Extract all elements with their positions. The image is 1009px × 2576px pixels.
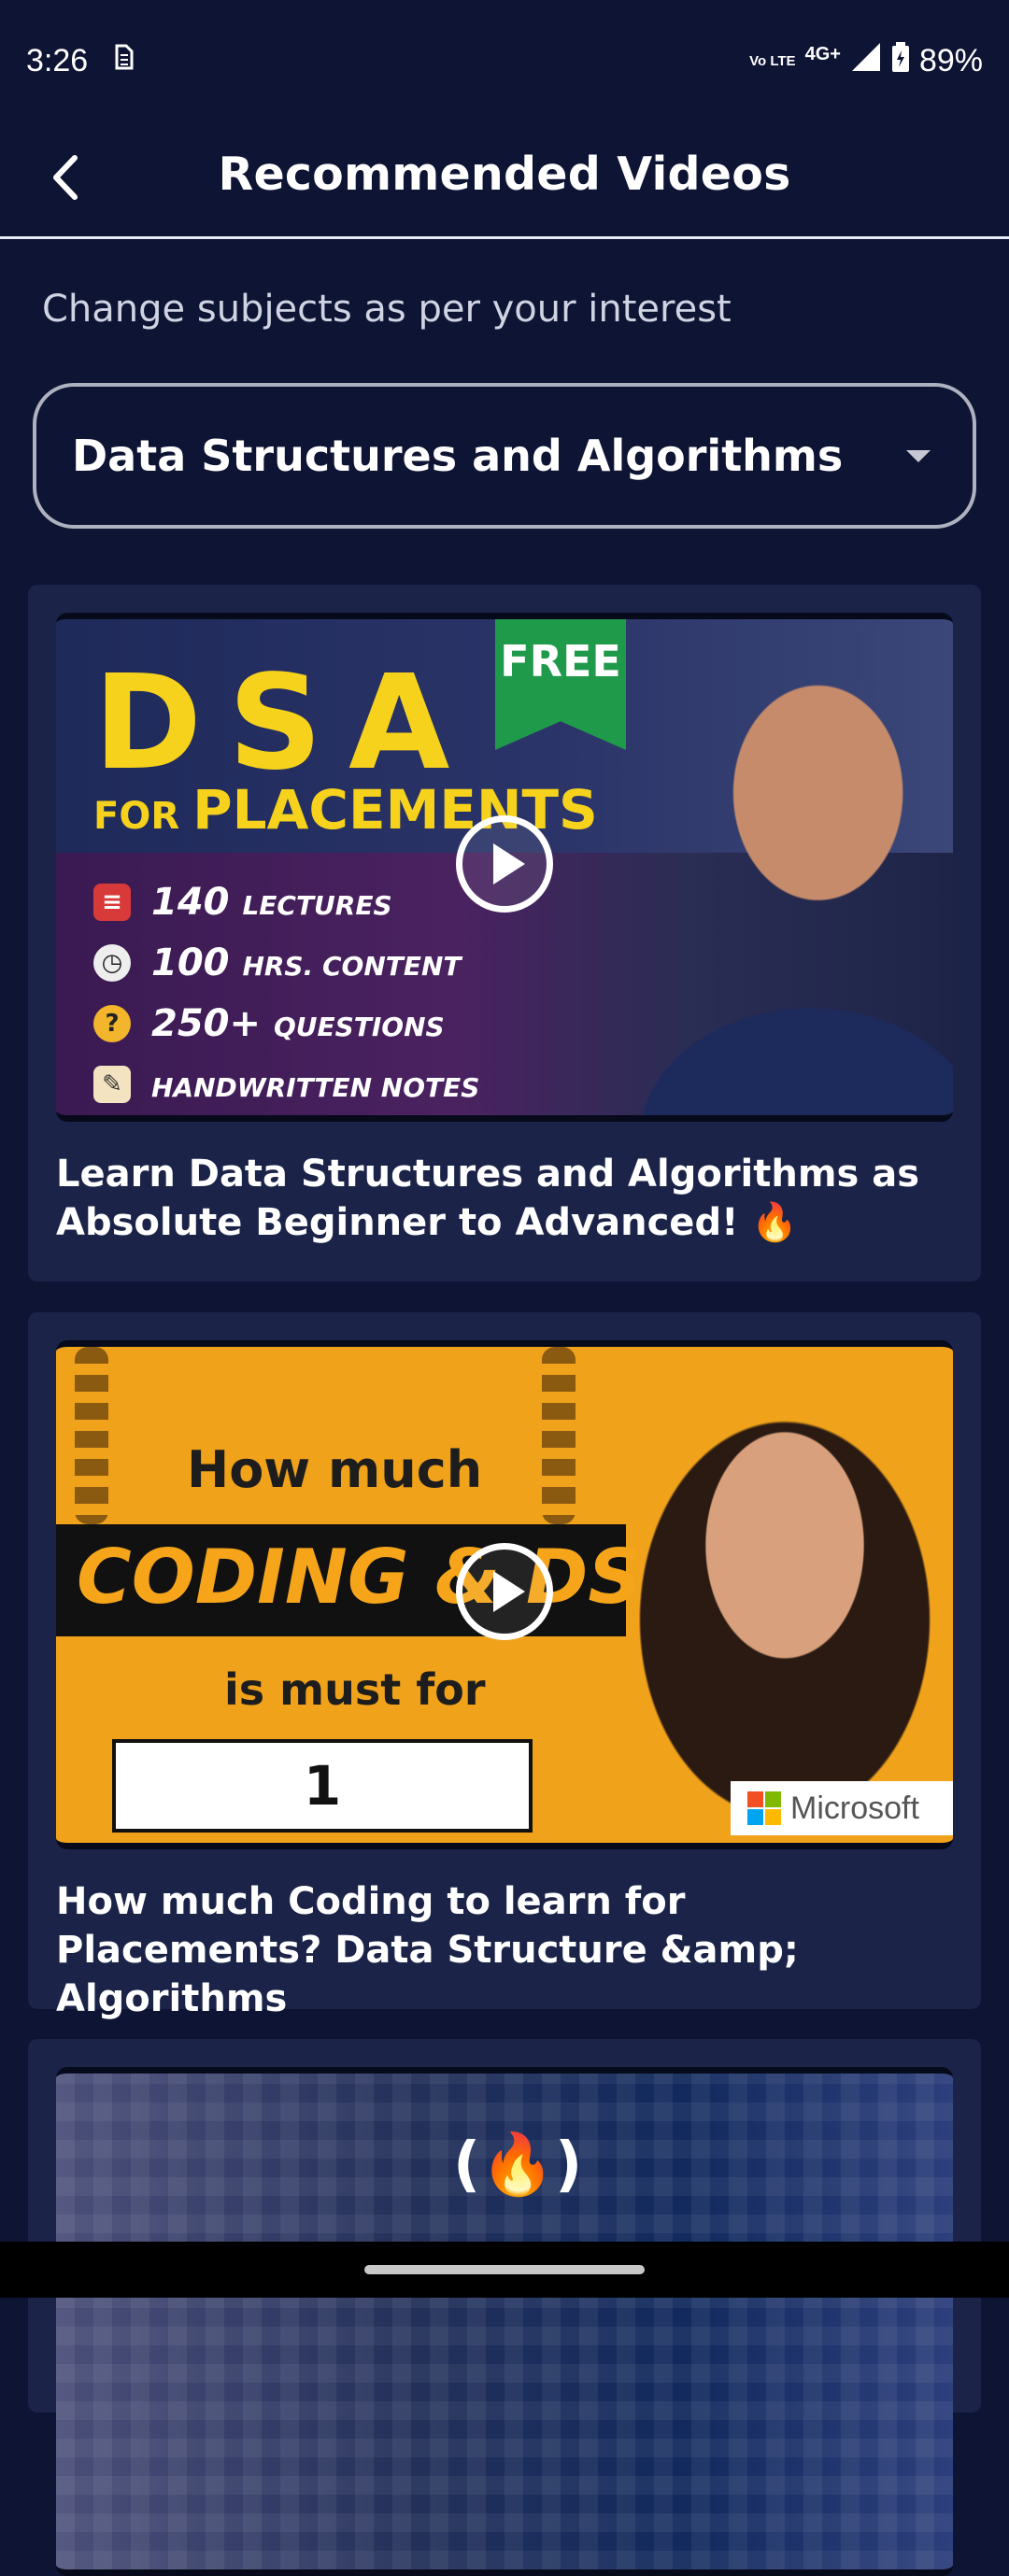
thumbnail-salary: 1 Lakh/month <box>112 1739 533 1843</box>
bullet-text: HRS. CONTENT <box>242 950 462 982</box>
play-button[interactable] <box>456 815 553 913</box>
home-handle[interactable] <box>364 2265 645 2274</box>
video-card[interactable]: (🔥) <box>28 2039 981 2576</box>
video-card[interactable]: How much CODING & DSA is must for 1 Lakh… <box>28 1312 981 2020</box>
bullet-text: LECTURES <box>242 889 392 921</box>
microsoft-logo-icon <box>747 1791 781 1825</box>
microsoft-badge: Microsoft <box>731 1781 953 1835</box>
bullet-number: 140 <box>151 880 230 924</box>
app-bar: Recommended Videos <box>0 121 1009 239</box>
subject-hint: Change subjects as per your interest <box>42 288 732 331</box>
question-icon: ? <box>93 1004 131 1042</box>
battery-icon <box>891 41 910 81</box>
freecodecamp-logo: (🔥) <box>453 2130 583 2200</box>
microsoft-label: Microsoft <box>790 1790 919 1826</box>
sim-icon <box>112 42 136 80</box>
video-card[interactable]: DSA FOR PLACEMENTS FREE ≡ 140 LECTURES ◷… <box>28 585 981 1281</box>
video-thumbnail[interactable]: How much CODING & DSA is must for 1 Lakh… <box>56 1340 953 1849</box>
subject-dropdown[interactable]: Data Structures and Algorithms <box>33 383 976 529</box>
thumbnail-bullet: ◷ 100 HRS. CONTENT <box>93 932 479 993</box>
status-time: 3:26 <box>26 42 89 78</box>
page-title: Recommended Videos <box>218 148 791 201</box>
play-icon <box>493 1571 525 1612</box>
thumbnail-line: How much <box>187 1440 483 1499</box>
lectures-icon: ≡ <box>93 883 131 921</box>
subject-dropdown-value: Data Structures and Algorithms <box>72 431 844 481</box>
volte-indicator: Vo LTE <box>749 52 796 69</box>
video-title[interactable]: Learn Data Structures and Algorithms as … <box>56 1150 953 1247</box>
chain-graphic <box>542 1347 576 1524</box>
thumbnail-line: is must for <box>224 1664 486 1715</box>
thumbnail-headline: DSA <box>93 647 476 800</box>
gesture-nav-bar <box>0 2242 1009 2298</box>
bullet-text: HANDWRITTEN NOTES <box>151 1071 480 1103</box>
bullet-text: QUESTIONS <box>273 1011 445 1042</box>
chain-graphic <box>75 1347 108 1524</box>
bullet-number: 100 <box>151 941 230 984</box>
dropdown-arrow-icon <box>906 449 931 462</box>
thumbnail-for: FOR <box>93 795 180 838</box>
video-thumbnail[interactable]: (🔥) <box>56 2067 953 2576</box>
bullet-number: 250+ <box>151 1001 262 1045</box>
play-button[interactable] <box>456 1543 553 1640</box>
thumbnail-bullet: ≡ 140 LECTURES <box>93 871 479 932</box>
thumbnail-bullet: ? 250+ QUESTIONS <box>93 993 479 1054</box>
thumbnail-bullets: ≡ 140 LECTURES ◷ 100 HRS. CONTENT ? 250+… <box>93 871 479 1114</box>
clock-icon: ◷ <box>93 943 131 982</box>
status-bar: 3:26 Vo LTE 4G+ 89% <box>0 0 1009 121</box>
video-thumbnail[interactable]: DSA FOR PLACEMENTS FREE ≡ 140 LECTURES ◷… <box>56 613 953 1122</box>
battery-percent: 89% <box>918 42 983 78</box>
signal-icon <box>850 41 882 81</box>
thumbnail-bullet: ✎ HANDWRITTEN NOTES <box>93 1054 479 1114</box>
network-type: 4G+ <box>804 43 841 64</box>
notes-icon: ✎ <box>93 1065 131 1103</box>
presenter-image <box>579 1347 953 1843</box>
video-title[interactable]: How much Coding to learn for Placements?… <box>56 1877 953 2023</box>
presenter-image <box>598 619 953 1115</box>
play-icon <box>493 843 525 885</box>
